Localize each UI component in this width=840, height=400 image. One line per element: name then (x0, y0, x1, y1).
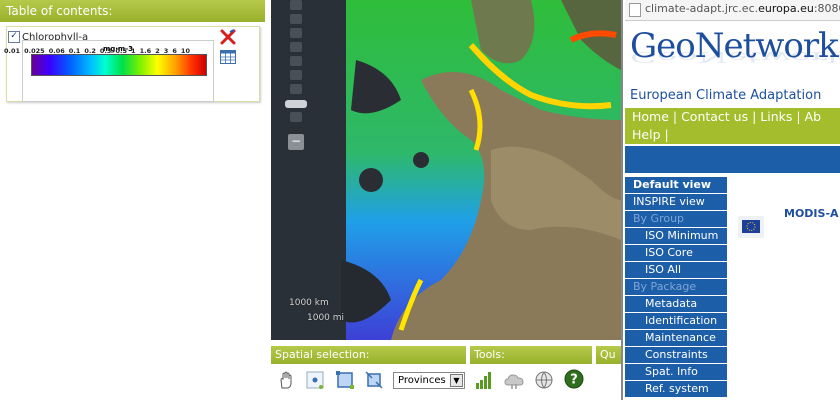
menu-item[interactable]: ISO Minimum (625, 228, 727, 245)
box-select-icon[interactable] (335, 370, 355, 390)
layer-checkbox[interactable]: ✓ (8, 31, 20, 43)
menu-item[interactable]: INSPIRE view (625, 194, 727, 211)
legend-tick: 0.3 (99, 47, 112, 55)
legend-tick: 0.06 (48, 47, 65, 55)
url-prefix: climate-adapt.jrc.ec. (645, 2, 759, 15)
menu-item[interactable]: Spat. Info (625, 364, 727, 381)
pan-hand-icon[interactable] (276, 370, 296, 390)
query-panel-header: Qu (596, 346, 621, 364)
legend-tick: 0.01 (4, 47, 21, 55)
legend-tick: 1 (131, 47, 136, 55)
url-bar[interactable]: climate-adapt.jrc.ec.europa.eu:8080 (625, 0, 840, 21)
tools-header: Tools: (470, 346, 592, 364)
menu-item[interactable]: Identification (625, 313, 727, 330)
legend-tick: 0.5 (115, 47, 127, 55)
menu-item: By Group (625, 211, 727, 228)
legend-tick: 2 (155, 47, 160, 55)
remove-layer-icon[interactable] (220, 29, 236, 45)
province-select[interactable]: Provinces ▼ (393, 372, 465, 389)
satellite-map (271, 0, 621, 340)
menu-item: By Package (625, 279, 727, 296)
chart-bars-icon[interactable] (474, 370, 494, 390)
header-band (625, 146, 840, 173)
toc-header: Table of contents: (0, 0, 265, 22)
point-select-icon[interactable] (305, 370, 325, 390)
legend-ticks: 0.01 0.025 0.06 0.1 0.2 0.3 0.5 1 1.6 2 3 6 10 (4, 47, 190, 55)
url-domain: europa.eu (758, 2, 814, 15)
page-icon (629, 3, 641, 17)
zoom-slider[interactable]: − (284, 0, 308, 160)
legend-tick: 3 (163, 47, 169, 55)
legend-tick: 0.025 (24, 47, 45, 55)
nav-line-2[interactable]: Help | (632, 126, 840, 144)
menu-item[interactable]: Ref. system (625, 381, 727, 398)
legend-tick: 1.6 (139, 47, 152, 55)
help-icon[interactable]: ? (564, 369, 584, 389)
menu-item[interactable]: ISO Core (625, 245, 727, 262)
eu-flag-icon (738, 216, 764, 238)
zoom-handle[interactable] (285, 100, 307, 108)
top-navigation[interactable]: Home | Contact us | Links | Ab Help | (625, 108, 840, 144)
menu-item[interactable]: Metadata (625, 296, 727, 313)
spatial-selection-header: Spatial selection: (271, 346, 466, 364)
menu-item[interactable]: ISO All (625, 262, 727, 279)
legend-tick: 6 (172, 47, 177, 55)
menu-item[interactable]: Maintenance (625, 330, 727, 347)
menu-item[interactable]: Constraints (625, 347, 727, 364)
legend-tick: 0.2 (84, 47, 96, 55)
url-suffix: :8080 (813, 2, 840, 15)
map-view[interactable]: 1000 km 1000 mi (271, 0, 621, 340)
view-menu[interactable]: Default view INSPIRE view By Group ISO Mini… (625, 177, 727, 398)
nav-line-1[interactable]: Home | Contact us | Links | Ab (632, 108, 840, 126)
province-select-value: Provinces (398, 375, 446, 386)
globe-icon[interactable] (534, 370, 554, 390)
scale-mi: 1000 mi (307, 313, 345, 323)
chevron-down-icon[interactable]: ▼ (450, 374, 463, 387)
legend-color-bar (31, 54, 207, 76)
scale-km: 1000 km (289, 298, 329, 308)
svg-text:?: ? (570, 373, 578, 388)
logo-reflection: GeoNetwork (630, 48, 840, 66)
zoom-out-button[interactable]: − (288, 134, 304, 150)
menu-item[interactable]: Default view (625, 177, 727, 194)
legend-tick: 0.1 (68, 47, 81, 55)
site-title: European Climate Adaptation (630, 88, 822, 103)
table-icon[interactable] (220, 50, 236, 64)
legend-tick: 10 (180, 47, 190, 55)
transform-select-icon[interactable] (364, 370, 384, 390)
cloud-icon[interactable] (504, 370, 524, 390)
result-title[interactable]: MODIS-A (784, 207, 839, 220)
